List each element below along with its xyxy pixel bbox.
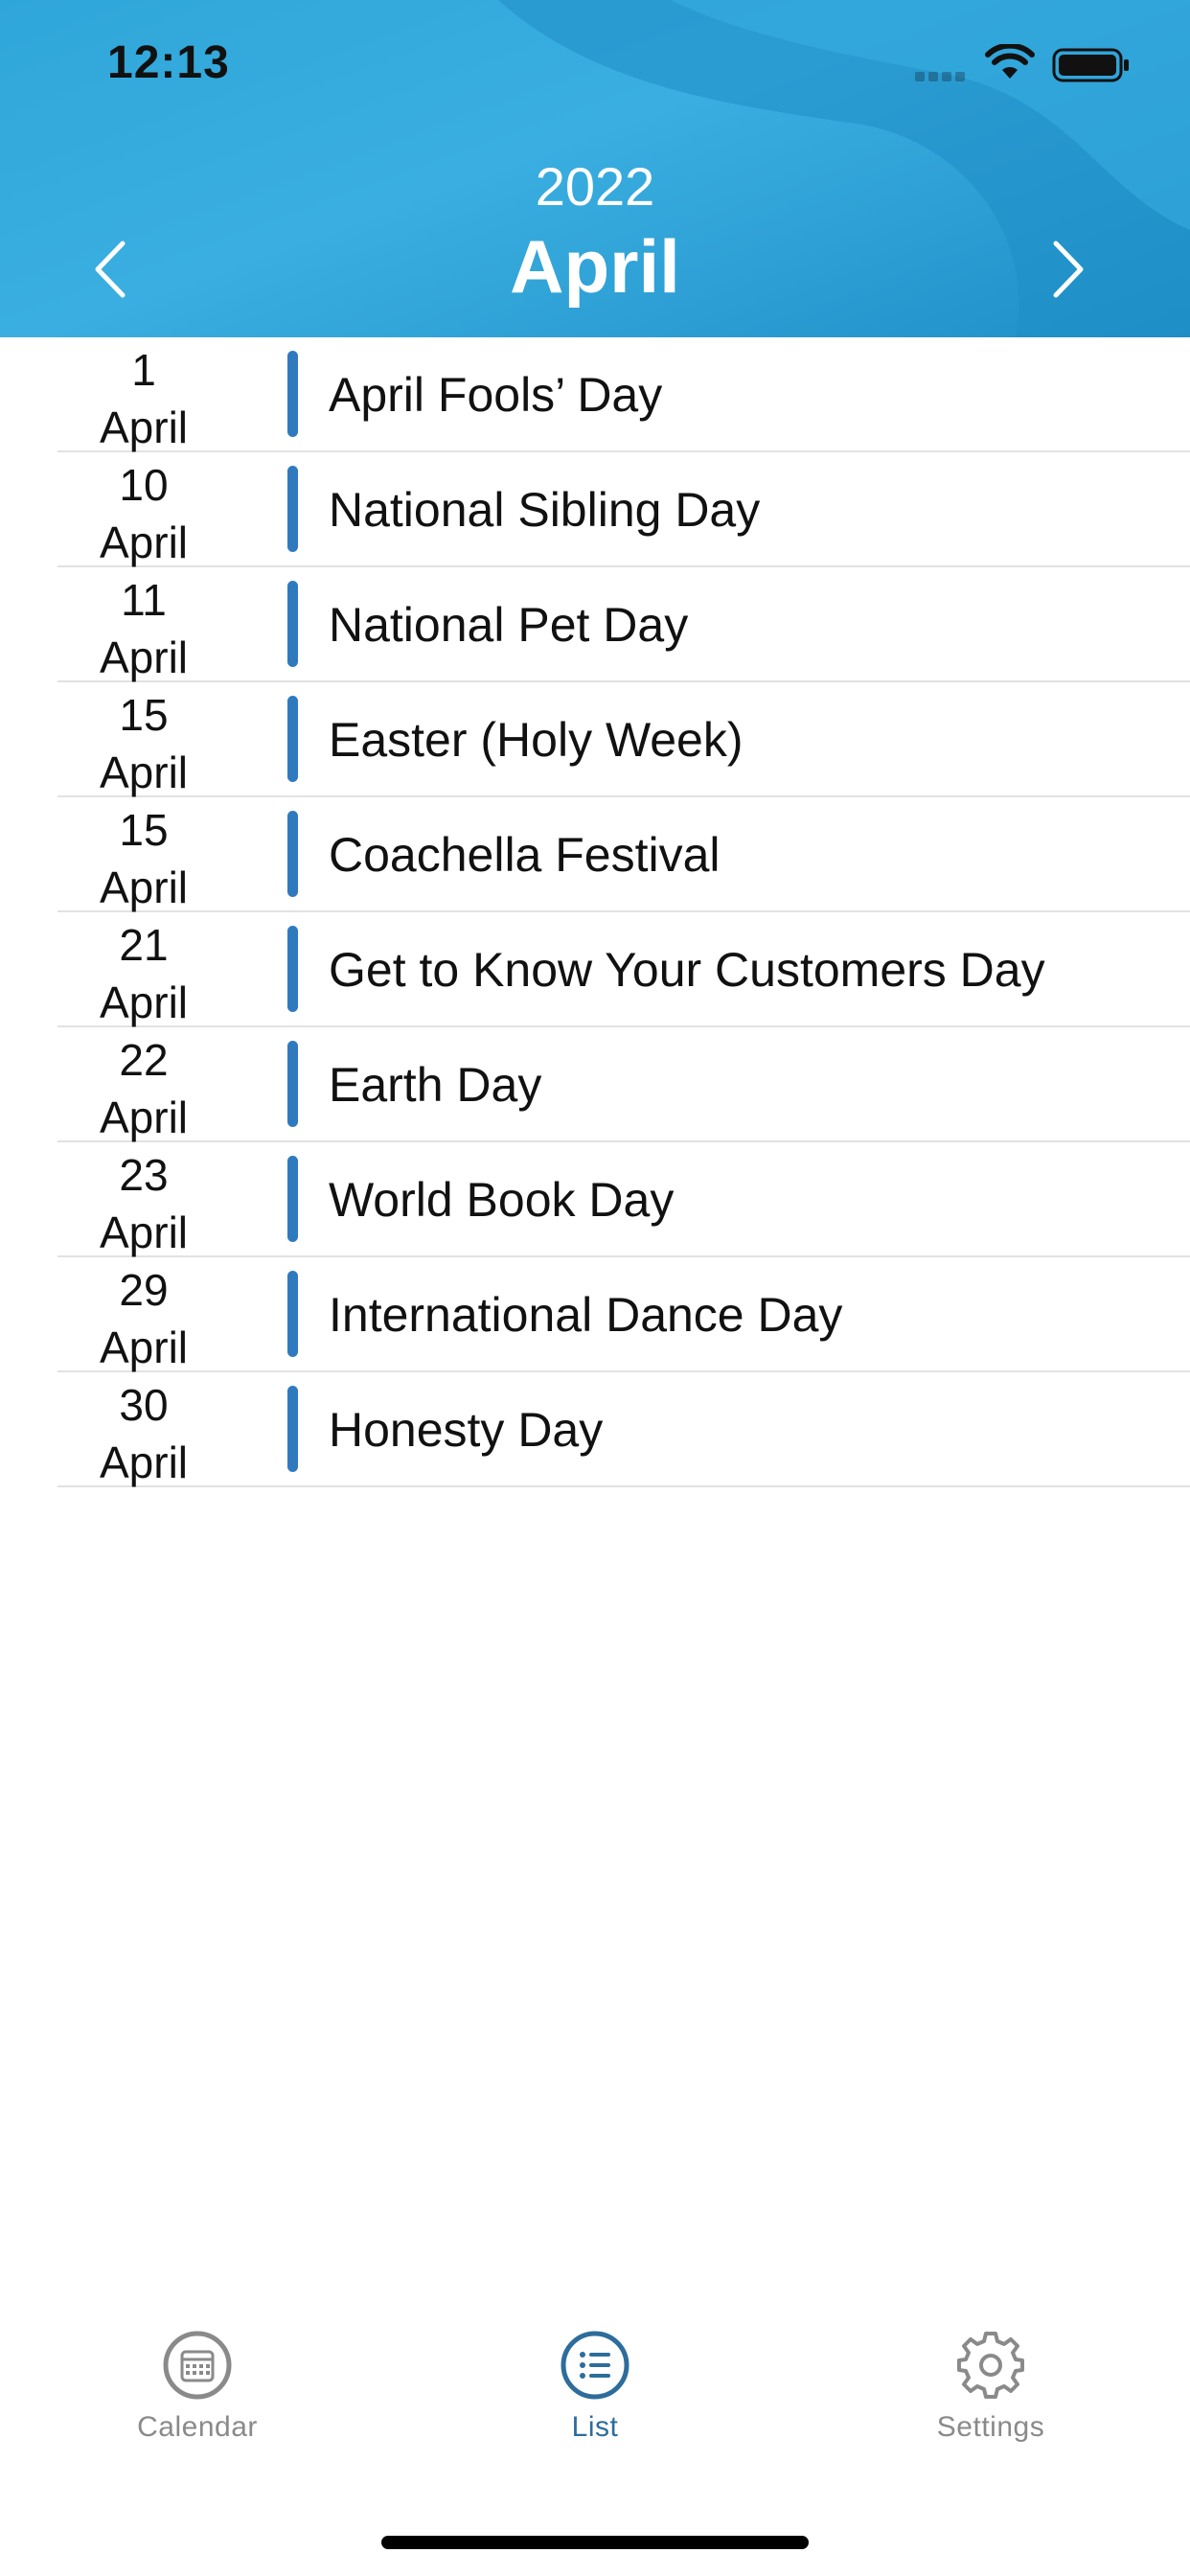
event-day: 21: [119, 920, 169, 970]
event-day: 15: [119, 805, 169, 855]
event-date: 22 April: [57, 1031, 230, 1146]
event-title: April Fools’ Day: [329, 368, 663, 422]
event-day: 1: [131, 345, 156, 395]
event-title: Honesty Day: [329, 1403, 604, 1457]
event-month: April: [99, 632, 189, 682]
event-month: April: [99, 978, 189, 1027]
event-row[interactable]: 29 April International Dance Day: [57, 1257, 1190, 1372]
event-color-bar: [287, 696, 298, 782]
event-row[interactable]: 15 April Coachella Festival: [57, 797, 1190, 912]
event-date: 11 April: [57, 571, 230, 686]
event-date: 29 April: [57, 1261, 230, 1376]
event-month: April: [99, 1438, 189, 1487]
event-row[interactable]: 30 April Honesty Day: [57, 1372, 1190, 1487]
status-bar: 12:13: [0, 0, 1190, 134]
event-day: 11: [121, 575, 167, 625]
event-title: Get to Know Your Customers Day: [329, 943, 1045, 997]
event-day: 10: [119, 460, 169, 510]
event-color-bar: [287, 581, 298, 667]
event-row[interactable]: 23 April World Book Day: [57, 1142, 1190, 1257]
event-date: 23 April: [57, 1146, 230, 1261]
event-month: April: [99, 402, 189, 452]
event-date: 15 April: [57, 686, 230, 801]
event-title: International Dance Day: [329, 1288, 843, 1342]
event-date: 15 April: [57, 801, 230, 916]
tab-bar: Calendar List Settings: [0, 2329, 1190, 2520]
event-title: Easter (Holy Week): [329, 713, 744, 767]
tab-list[interactable]: List: [451, 2329, 739, 2444]
event-color-bar: [287, 1386, 298, 1472]
event-date: 30 April: [57, 1376, 230, 1491]
next-month-button[interactable]: [1037, 236, 1094, 303]
chevron-left-icon: [95, 241, 126, 298]
event-row[interactable]: 15 April Easter (Holy Week): [57, 682, 1190, 797]
event-row[interactable]: 21 April Get to Know Your Customers Day: [57, 912, 1190, 1027]
tab-settings[interactable]: Settings: [847, 2329, 1134, 2444]
event-row[interactable]: 1 April April Fools’ Day: [57, 337, 1190, 452]
chevron-right-icon: [1053, 241, 1084, 298]
event-day: 23: [119, 1150, 169, 1200]
event-color-bar: [287, 1156, 298, 1242]
event-title: National Pet Day: [329, 598, 689, 652]
calendar-icon: [163, 2331, 232, 2400]
battery-icon: [1052, 48, 1129, 82]
event-day: 22: [119, 1035, 169, 1085]
event-title: National Sibling Day: [329, 483, 761, 537]
header-year: 2022: [535, 156, 655, 217]
event-title: Earth Day: [329, 1058, 542, 1112]
event-list: 1 April April Fools’ Day 10 April National…: [0, 337, 1190, 1487]
event-date: 21 April: [57, 916, 230, 1031]
event-color-bar: [287, 351, 298, 437]
event-month: April: [99, 862, 189, 912]
event-month: April: [99, 1322, 189, 1372]
tab-calendar-label: Calendar: [137, 2411, 258, 2443]
event-day: 30: [119, 1380, 169, 1430]
event-row[interactable]: 10 April National Sibling Day: [57, 452, 1190, 567]
event-row[interactable]: 22 April Earth Day: [57, 1027, 1190, 1142]
event-title: Coachella Festival: [329, 828, 721, 882]
event-date: 1 April: [57, 341, 230, 456]
event-day: 29: [119, 1265, 169, 1315]
event-month: April: [99, 1208, 189, 1257]
status-time: 12:13: [107, 37, 230, 88]
tab-settings-label: Settings: [936, 2411, 1045, 2443]
event-color-bar: [287, 1041, 298, 1127]
event-month: April: [99, 748, 189, 797]
list-icon: [561, 2331, 629, 2400]
header-month: April: [510, 224, 680, 309]
event-color-bar: [287, 926, 298, 1012]
event-date: 10 April: [57, 456, 230, 571]
event-color-bar: [287, 811, 298, 897]
event-day: 15: [119, 690, 169, 740]
event-title: World Book Day: [329, 1173, 675, 1227]
event-month: April: [99, 518, 189, 567]
event-color-bar: [287, 466, 298, 552]
tab-list-label: List: [571, 2411, 619, 2443]
event-row[interactable]: 11 April National Pet Day: [57, 567, 1190, 682]
wifi-icon: [985, 44, 1035, 79]
gear-icon: [957, 2332, 1024, 2399]
home-indicator: [381, 2536, 809, 2549]
tab-calendar[interactable]: Calendar: [54, 2329, 341, 2444]
event-color-bar: [287, 1271, 298, 1357]
event-month: April: [99, 1092, 189, 1142]
previous-month-button[interactable]: [84, 236, 142, 303]
header: 12:13 2022 April: [0, 0, 1190, 337]
cellular-signal-icon: [915, 69, 969, 86]
